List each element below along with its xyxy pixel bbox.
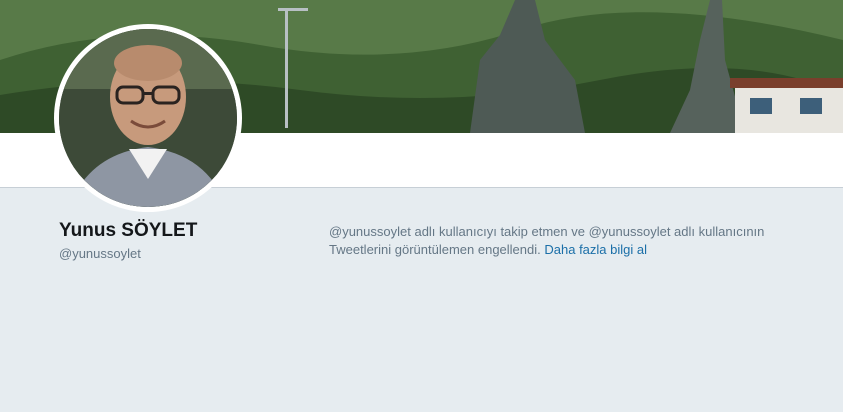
profile-handle[interactable]: @yunussoylet	[59, 246, 141, 261]
blocked-notice: @yunussoylet adlı kullanıcıyı takip etme…	[329, 223, 829, 259]
profile-name[interactable]: Yunus SÖYLET	[59, 220, 197, 242]
avatar[interactable]	[54, 24, 242, 212]
avatar-photo	[59, 29, 237, 207]
learn-more-link[interactable]: Daha fazla bilgi al	[544, 242, 647, 257]
